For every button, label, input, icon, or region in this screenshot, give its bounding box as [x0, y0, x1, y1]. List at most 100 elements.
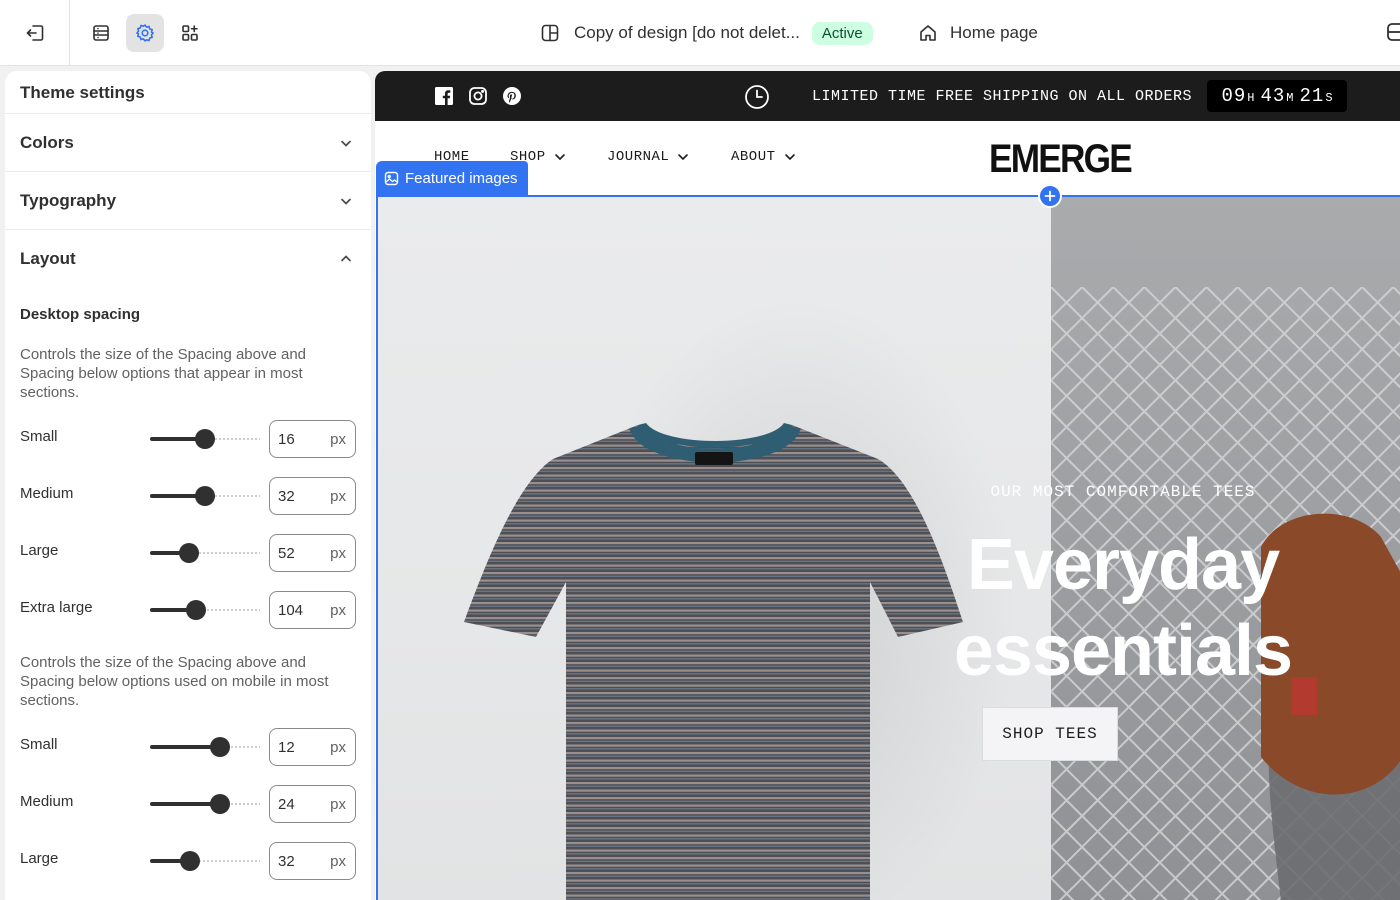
featured-images-tag-label: Featured images: [405, 170, 518, 187]
spacing-slider[interactable]: [150, 486, 260, 506]
shop-tees-button[interactable]: SHOP TEES: [982, 707, 1118, 761]
home-icon: [920, 25, 936, 41]
slider-thumb[interactable]: [179, 851, 200, 871]
facebook-icon[interactable]: [434, 86, 454, 106]
typography-accordion[interactable]: Typography: [5, 172, 371, 230]
apps-icon: [182, 25, 198, 41]
page-selector-label: Home page: [950, 23, 1038, 42]
page-selector[interactable]: Home page: [918, 19, 1038, 47]
spacing-value-input[interactable]: 32 px: [269, 477, 356, 515]
sections-button[interactable]: [82, 14, 120, 52]
mobile-spacing-description: Controls the size of the Spacing above a…: [20, 654, 329, 709]
nav-item-journal[interactable]: JOURNAL: [607, 149, 689, 165]
slider-thumb[interactable]: [186, 600, 207, 620]
store-header: HOME SHOP JOURNAL ABOUT EMERGE: [375, 121, 1400, 195]
spacing-unit: px: [330, 796, 346, 813]
spacing-value-input[interactable]: 52 px: [269, 534, 356, 572]
theme-icon: [541, 24, 559, 42]
chevron-down-icon: [341, 198, 351, 205]
pinterest-icon[interactable]: [502, 86, 522, 106]
spacing-setting-label: Large: [20, 542, 59, 559]
add-section-button[interactable]: [1038, 184, 1062, 208]
countdown-minutes: 43: [1260, 85, 1286, 107]
hero-headline-line-1: Everyday: [966, 525, 1280, 605]
spacing-slider[interactable]: [150, 600, 260, 620]
spacing-setting-row: Large 32 px: [20, 832, 356, 889]
colors-accordion-title: Colors: [20, 132, 74, 152]
spacing-value-input[interactable]: 16 px: [269, 420, 356, 458]
spacing-value: 32: [278, 488, 295, 505]
spacing-setting-row: Small 16 px: [20, 410, 356, 467]
countdown-seconds-unit: S: [1325, 91, 1333, 105]
slider-thumb[interactable]: [195, 429, 215, 449]
spacing-unit: px: [330, 853, 346, 870]
spacing-value-input[interactable]: 12 px: [269, 728, 356, 766]
theme-settings-button[interactable]: [126, 14, 164, 52]
typography-accordion-title: Typography: [20, 190, 117, 210]
theme-settings-panel: Theme settings Colors Typography Layout …: [5, 71, 371, 900]
viewport-icon[interactable]: [1386, 21, 1400, 43]
slider-thumb[interactable]: [210, 737, 231, 757]
desktop-spacing-description: Controls the size of the Spacing above a…: [20, 346, 307, 401]
spacing-unit: px: [330, 602, 346, 619]
layout-settings: Desktop spacing Controls the size of the…: [5, 306, 371, 889]
status-badge: Active: [811, 21, 873, 45]
spacing-setting-row: Small 12 px: [20, 718, 356, 775]
mobile-spacing-list: Small 12 px Medium 24 px Large 32 px: [20, 718, 356, 889]
chevron-up-icon: [341, 255, 351, 262]
spacing-setting-label: Medium: [20, 485, 74, 502]
apps-button[interactable]: [171, 14, 209, 52]
nav-item-label: JOURNAL: [607, 149, 670, 165]
spacing-slider[interactable]: [150, 543, 260, 563]
spacing-slider[interactable]: [150, 794, 260, 814]
spacing-unit: px: [330, 739, 346, 756]
spacing-value: 52: [278, 545, 295, 562]
chevron-down-icon: [341, 140, 351, 147]
chevron-down-icon: [678, 154, 689, 161]
hero-kicker: OUR MOST COMFORTABLE TEES: [990, 483, 1256, 501]
hero-headline-line-2: essentials: [953, 611, 1293, 691]
spacing-value-input[interactable]: 104 px: [269, 591, 356, 629]
announcement-bar: LIMITED TIME FREE SHIPPING ON ALL ORDERS…: [375, 71, 1400, 121]
gear-icon: [135, 24, 155, 42]
hero-headline: Everyday essentials: [823, 522, 1400, 694]
plus-icon: [1044, 190, 1056, 202]
spacing-setting-label: Small: [20, 428, 58, 445]
spacing-setting-row: Medium 32 px: [20, 467, 356, 524]
sections-icon: [93, 25, 109, 41]
countdown-minutes-unit: M: [1286, 91, 1294, 105]
featured-images-section[interactable]: OUR MOST COMFORTABLE TEES Everyday essen…: [376, 195, 1400, 900]
spacing-slider[interactable]: [150, 851, 260, 871]
slider-thumb[interactable]: [178, 543, 199, 563]
spacing-slider[interactable]: [150, 429, 260, 449]
countdown-hours: 09: [1221, 85, 1247, 107]
theme-name: Copy of design [do not delet...: [574, 23, 800, 42]
spacing-value: 32: [278, 853, 295, 870]
chevron-down-icon: [554, 154, 565, 161]
theme-selector[interactable]: Copy of design [do not delet... Active: [540, 19, 873, 47]
slider-thumb[interactable]: [195, 486, 215, 506]
countdown-timer: 09H 43M 21S: [1207, 80, 1347, 112]
chevron-down-icon: [784, 154, 795, 161]
layout-accordion[interactable]: Layout: [5, 230, 371, 288]
store-logo[interactable]: EMERGE: [989, 137, 1133, 182]
featured-images-tag[interactable]: Featured images: [376, 161, 528, 196]
colors-accordion[interactable]: Colors: [5, 114, 371, 172]
countdown-seconds: 21: [1299, 85, 1325, 107]
spacing-slider[interactable]: [150, 737, 260, 757]
spacing-setting-row: Large 52 px: [20, 524, 356, 581]
storefront-preview: LIMITED TIME FREE SHIPPING ON ALL ORDERS…: [375, 71, 1400, 900]
spacing-value-input[interactable]: 24 px: [269, 785, 356, 823]
spacing-setting-row: Medium 24 px: [20, 775, 356, 832]
spacing-value-input[interactable]: 32 px: [269, 842, 356, 880]
exit-icon: [26, 25, 44, 41]
instagram-icon[interactable]: [468, 86, 488, 106]
image-icon: [384, 171, 399, 186]
nav-item-about[interactable]: ABOUT: [731, 149, 796, 165]
announcement-text: LIMITED TIME FREE SHIPPING ON ALL ORDERS: [812, 88, 1193, 105]
exit-button[interactable]: [16, 14, 54, 52]
clock-icon: [745, 85, 769, 109]
spacing-unit: px: [330, 545, 346, 562]
slider-thumb[interactable]: [210, 794, 231, 814]
spacing-setting-label: Extra large: [20, 599, 93, 616]
